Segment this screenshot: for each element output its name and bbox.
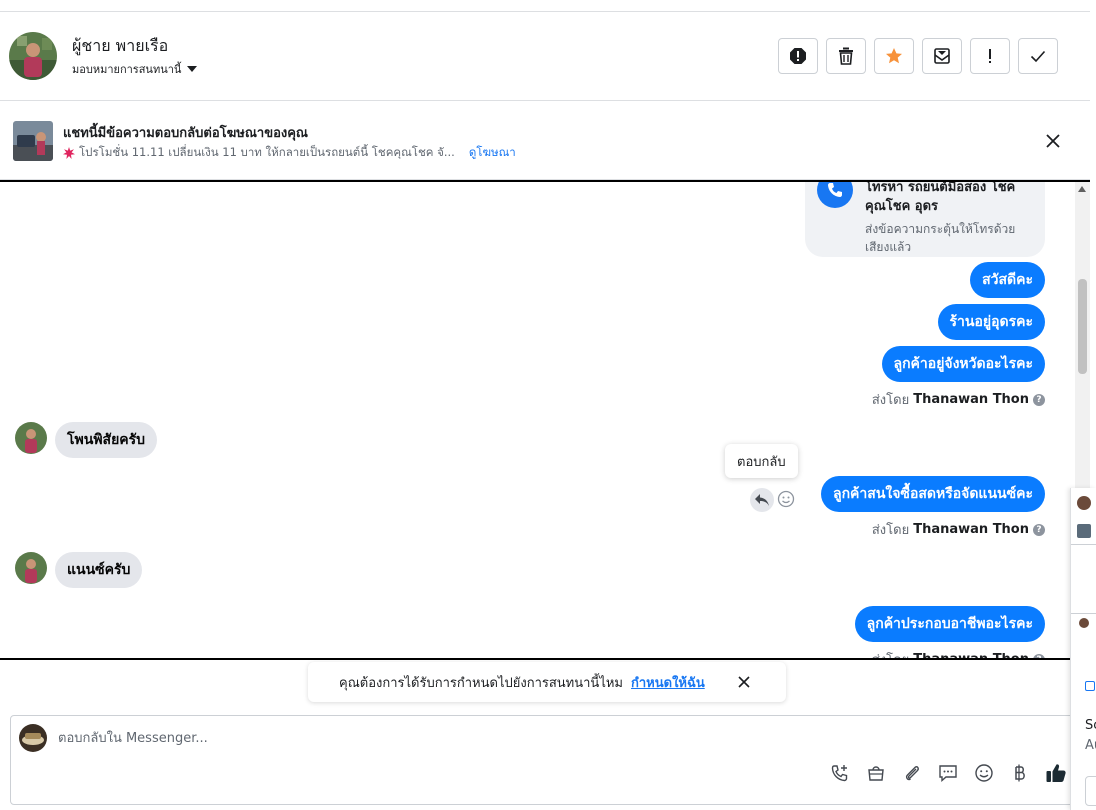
- sent-by-prefix: ส่งโดย: [871, 523, 910, 538]
- mark-done-button[interactable]: [1018, 38, 1058, 74]
- composer-toolbar: [829, 762, 1067, 784]
- caret-down-icon: [187, 66, 198, 72]
- contact-avatar-small: [15, 552, 47, 584]
- sender-name: Thanawan Thon: [913, 652, 1029, 660]
- ad-banner-subtitle: โปรโมชั่น 11.11 เปลี่ยนเงิน 11 บาท ให้กล…: [63, 144, 516, 162]
- contact-avatar-small: [15, 422, 47, 454]
- top-border: [0, 0, 1090, 12]
- trash-icon: [839, 47, 853, 65]
- call-card-title: โทรหา รถยนต์มือสอง โชคคุณโชค อุดร: [865, 180, 1016, 214]
- panel-divider-box: [1071, 544, 1096, 614]
- panel-icon: [1085, 681, 1095, 691]
- ad-thumbnail: [13, 121, 53, 161]
- outgoing-message[interactable]: ลูกค้าสนใจซื้อสดหรือจัดแนนซ์คะ: [821, 476, 1045, 512]
- scroll-thumb[interactable]: [1078, 279, 1087, 374]
- incoming-message[interactable]: แนนซ์ครับ: [55, 552, 143, 588]
- panel-thumbnail: [1077, 524, 1091, 538]
- sender-name: Thanawan Thon: [913, 392, 1029, 407]
- spam-icon: [790, 48, 806, 64]
- sent-by-label: ส่งโดย Thanawan Thon ?: [872, 519, 1045, 540]
- sender-name: Thanawan Thon: [913, 522, 1029, 537]
- panel-text: Sc: [1085, 718, 1096, 733]
- panel-avatar: [1077, 496, 1091, 510]
- sent-by-label: ส่งโดย Thanawan Thon ?: [872, 389, 1045, 410]
- star-button[interactable]: [874, 38, 914, 74]
- view-ad-link[interactable]: ดูโฆษณา: [469, 144, 516, 162]
- saved-replies-icon[interactable]: [937, 762, 959, 784]
- assign-conversation-dropdown[interactable]: มอบหมายการสนทนานี้: [72, 60, 198, 78]
- assign-prompt-text: คุณต้องการได้รับการกำหนดไปยังการสนทนานี้…: [339, 675, 623, 691]
- call-prompt-card: โทรหา รถยนต์มือสอง โชคคุณโชค อุดร ส่งข้อ…: [805, 180, 1045, 257]
- outgoing-message[interactable]: ลูกค้าประกอบอาชีพอะไรคะ: [854, 606, 1045, 642]
- done-icon: [1030, 50, 1046, 63]
- panel-text: Au: [1085, 738, 1096, 753]
- outgoing-message[interactable]: ลูกค้าอยู่จังหวัดอะไรคะ: [881, 346, 1045, 382]
- follow-up-icon: [989, 49, 991, 63]
- call-card-subtitle: ส่งข้อความกระตุ้นให้โทรด้วยเสียงแล้ว: [865, 222, 1016, 254]
- mark-spam-button[interactable]: [778, 38, 818, 74]
- outgoing-message[interactable]: สวัสดีคะ: [970, 262, 1045, 298]
- message-composer: [10, 715, 1076, 805]
- sent-by-label: ส่งโดย Thanawan Thon ?: [872, 649, 1045, 660]
- incoming-message[interactable]: โพนพิสัยครับ: [55, 422, 158, 458]
- assign-to-me-link[interactable]: กำหนดให้ฉัน: [631, 672, 705, 693]
- panel-button[interactable]: [1085, 776, 1096, 806]
- burst-icon: [63, 147, 75, 159]
- star-icon: [886, 48, 902, 64]
- outgoing-message[interactable]: ร้านอยู่อุดรคะ: [937, 304, 1045, 340]
- page-avatar: [19, 724, 47, 752]
- assign-label: มอบหมายการสนทนานี้: [72, 63, 182, 76]
- like-icon[interactable]: [1045, 762, 1067, 784]
- panel-avatar-small: [1079, 618, 1089, 628]
- assign-prompt: คุณต้องการได้รับการกำหนดไปยังการสนทนานี้…: [308, 662, 786, 702]
- ad-banner-text: โปรโมชั่น 11.11 เปลี่ยนเงิน 11 บาท ให้กล…: [79, 145, 455, 159]
- attach-icon[interactable]: [901, 762, 923, 784]
- mark-unread-button[interactable]: [922, 38, 962, 74]
- ad-banner-title: แชทนี้มีข้อความตอบกลับต่อโฆษณาของคุณ: [63, 126, 308, 141]
- help-icon[interactable]: ?: [1033, 523, 1045, 536]
- emoji-icon[interactable]: [973, 762, 995, 784]
- react-emoji-icon[interactable]: [777, 490, 795, 508]
- follow-up-button[interactable]: [970, 38, 1010, 74]
- scroll-up-arrow-icon[interactable]: [1078, 186, 1086, 192]
- mark-unread-icon: [934, 48, 950, 64]
- sent-by-prefix: ส่งโดย: [872, 649, 909, 658]
- contact-name[interactable]: ผู้ชาย พายเรือ: [72, 34, 168, 59]
- ad-reply-banner: แชทนี้มีข้อความตอบกลับต่อโฆษณาของคุณ โปร…: [0, 101, 1090, 180]
- contact-avatar[interactable]: [9, 32, 57, 80]
- delete-button[interactable]: [826, 38, 866, 74]
- header-actions: [778, 38, 1058, 74]
- reply-input[interactable]: [58, 725, 958, 751]
- help-icon[interactable]: ?: [1033, 393, 1045, 406]
- baht-icon[interactable]: [1009, 762, 1031, 784]
- message-thread[interactable]: โทรหา รถยนต์มือสอง โชคคุณโชค อุดร ส่งข้อ…: [0, 180, 1090, 660]
- call-icon[interactable]: [829, 762, 851, 784]
- reply-icon[interactable]: [750, 488, 774, 512]
- sent-by-prefix: ส่งโดย: [871, 393, 910, 408]
- conversation-header: ผู้ชาย พายเรือ มอบหมายการสนทนานี้: [0, 12, 1090, 101]
- help-icon[interactable]: ?: [1033, 653, 1045, 658]
- close-icon[interactable]: [1044, 132, 1062, 150]
- partial-side-panel[interactable]: Sc Au: [1070, 488, 1096, 810]
- close-icon[interactable]: [736, 674, 752, 690]
- reply-tooltip: ตอบกลับ: [725, 444, 798, 478]
- shop-icon[interactable]: [865, 762, 887, 784]
- phone-icon: [817, 182, 853, 208]
